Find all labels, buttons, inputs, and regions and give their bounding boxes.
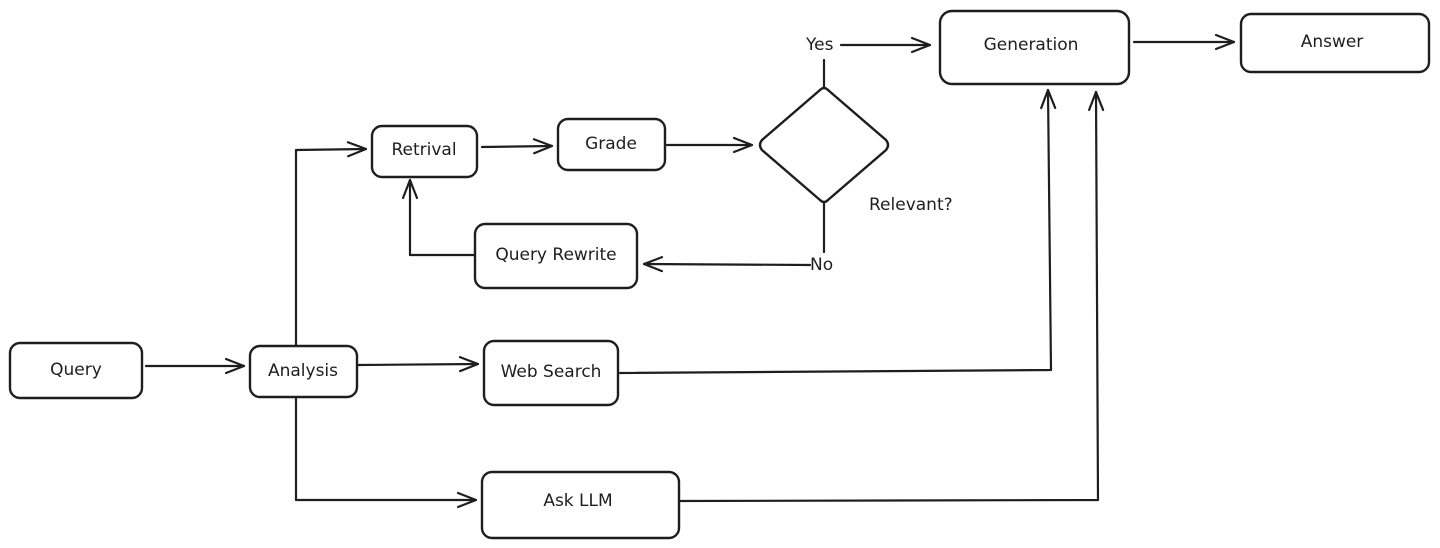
node-query[interactable]: Query xyxy=(8,341,144,400)
edge-query-rewrite-to-retrival xyxy=(401,178,477,257)
node-generation[interactable]: Generation xyxy=(938,9,1131,86)
node-query-rewrite-label: Query Rewrite xyxy=(495,245,616,265)
node-retrival-label: Retrival xyxy=(391,140,456,160)
node-ask-llm-label: Ask LLM xyxy=(543,491,612,511)
decision-diamond-shape xyxy=(758,86,890,204)
edge-label-no: No xyxy=(810,255,833,275)
decision-question-label: Relevant? xyxy=(869,195,953,215)
edges xyxy=(144,33,1236,509)
node-analysis[interactable]: Analysis xyxy=(248,344,359,399)
edge-analysis-to-retrival xyxy=(294,141,368,347)
node-answer-label: Answer xyxy=(1301,32,1364,52)
node-decision[interactable] xyxy=(758,86,890,204)
edge-analysis-to-web-search xyxy=(356,356,480,373)
edge-retrival-to-grade xyxy=(480,138,554,155)
node-web-search[interactable]: Web Search xyxy=(482,339,620,407)
node-generation-label: Generation xyxy=(984,35,1079,55)
node-retrival[interactable]: Retrival xyxy=(370,124,479,179)
node-query-label: Query xyxy=(50,360,102,380)
node-analysis-label: Analysis xyxy=(268,361,338,381)
node-grade[interactable]: Grade xyxy=(556,117,667,172)
edge-label-yes: Yes xyxy=(805,35,834,55)
node-grade-label: Grade xyxy=(585,134,637,154)
edge-ask-llm-to-generation xyxy=(678,90,1105,503)
node-answer[interactable]: Answer xyxy=(1239,12,1431,74)
node-query-rewrite[interactable]: Query Rewrite xyxy=(473,222,639,290)
edge-analysis-to-ask-llm xyxy=(294,395,478,509)
edge-no-to-query-rewrite xyxy=(642,256,812,273)
node-web-search-label: Web Search xyxy=(501,362,602,382)
node-ask-llm[interactable]: Ask LLM xyxy=(480,470,681,540)
flowchart-canvas: Query Analysis Retrival Grade Query Rewr… xyxy=(8,9,1431,540)
